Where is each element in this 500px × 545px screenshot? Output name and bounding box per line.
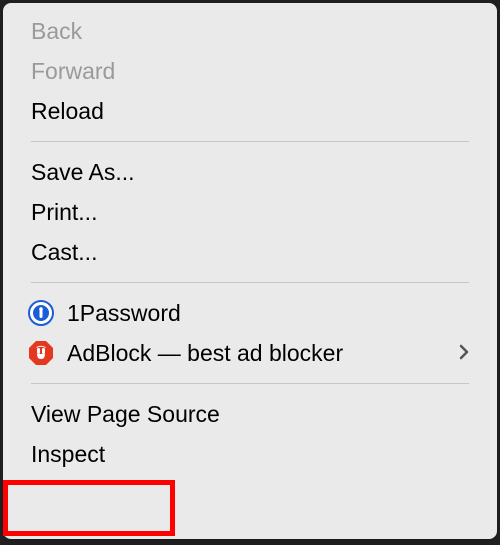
menu-divider <box>31 141 469 142</box>
menu-label-print: Print... <box>31 199 469 226</box>
menu-divider <box>31 383 469 384</box>
context-menu: Back Forward Reload Save As... Print... … <box>3 3 497 539</box>
menu-item-reload[interactable]: Reload <box>3 91 497 131</box>
menu-label-adblock: AdBlock — best ad blocker <box>67 340 459 367</box>
menu-label-reload: Reload <box>31 98 469 125</box>
menu-item-forward: Forward <box>3 51 497 91</box>
menu-label-inspect: Inspect <box>31 441 469 468</box>
menu-item-adblock[interactable]: AdBlock — best ad blocker <box>3 333 497 373</box>
menu-item-inspect[interactable]: Inspect <box>3 434 497 474</box>
menu-item-save-as[interactable]: Save As... <box>3 152 497 192</box>
menu-label-cast: Cast... <box>31 239 469 266</box>
menu-item-view-source[interactable]: View Page Source <box>3 394 497 434</box>
adblock-icon <box>27 339 55 367</box>
menu-label-back: Back <box>31 18 469 45</box>
menu-divider <box>31 282 469 283</box>
menu-label-save-as: Save As... <box>31 159 469 186</box>
menu-label-view-source: View Page Source <box>31 401 469 428</box>
menu-label-1password: 1Password <box>67 300 469 327</box>
menu-item-1password[interactable]: 1Password <box>3 293 497 333</box>
menu-item-back: Back <box>3 11 497 51</box>
chevron-right-icon <box>459 340 469 366</box>
menu-label-forward: Forward <box>31 58 469 85</box>
menu-item-print[interactable]: Print... <box>3 192 497 232</box>
menu-item-cast[interactable]: Cast... <box>3 232 497 272</box>
1password-icon <box>27 299 55 327</box>
